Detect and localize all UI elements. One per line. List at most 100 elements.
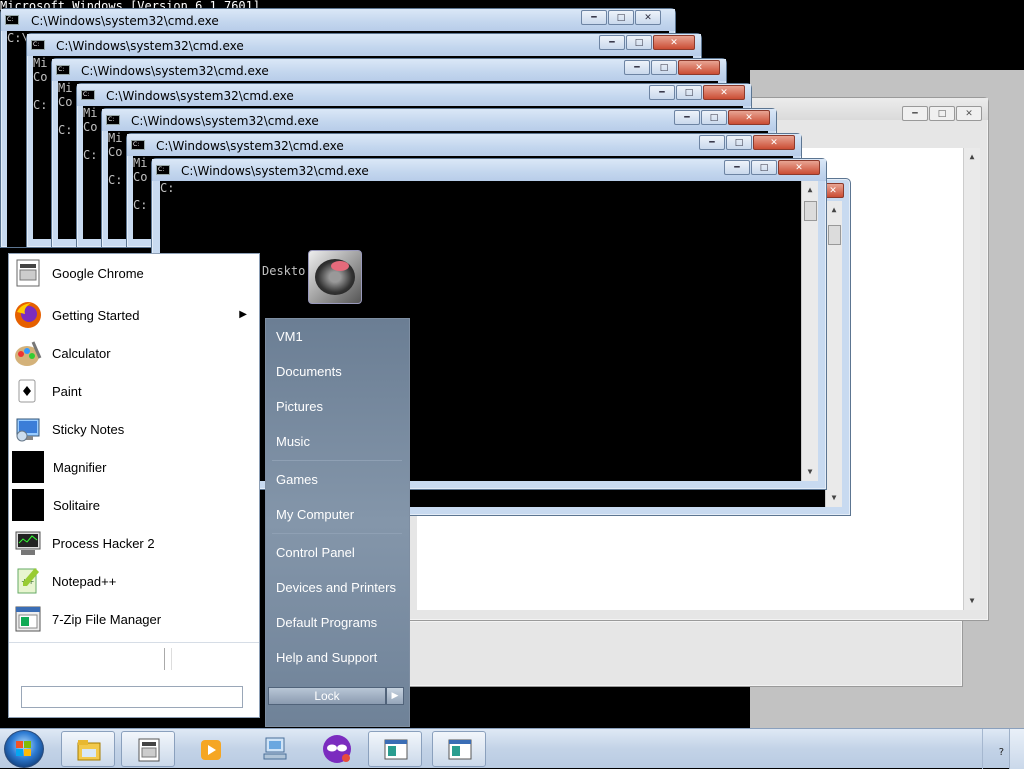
taskbar-chrome-button[interactable] — [121, 731, 175, 767]
close-button[interactable]: ✕ — [753, 135, 795, 150]
start-link-user[interactable]: VM1 — [266, 319, 409, 354]
maximize-button[interactable]: □ — [608, 10, 634, 25]
maximize-button[interactable]: □ — [676, 85, 702, 100]
maximize-button[interactable]: □ — [751, 160, 777, 175]
start-link-control-panel[interactable]: Control Panel — [266, 535, 409, 570]
start-menu-programs: Google Chrome Getting Started ▶ Calculat… — [8, 253, 260, 718]
close-button[interactable]: ✕ — [635, 10, 661, 25]
firefox-icon — [13, 300, 43, 330]
calculator-icon — [13, 338, 43, 368]
show-desktop-button[interactable] — [1009, 729, 1024, 769]
window-title: C:\Windows\system32\cmd.exe — [56, 39, 244, 53]
close-button[interactable]: ✕ — [956, 106, 982, 121]
windows-logo-icon — [16, 741, 32, 757]
start-link-pictures[interactable]: Pictures — [266, 389, 409, 424]
start-item-process-hacker[interactable]: Process Hacker 2 — [9, 526, 259, 560]
cmd-icon: C: — [131, 140, 145, 150]
maximize-button[interactable]: □ — [929, 106, 955, 121]
background-window-lower[interactable] — [408, 620, 963, 687]
start-link-music[interactable]: Music — [266, 424, 409, 459]
minimize-button[interactable]: ━ — [581, 10, 607, 25]
maximize-button[interactable]: □ — [701, 110, 727, 125]
cmd-window-icon — [447, 737, 473, 763]
places-separator — [272, 460, 402, 461]
minimize-button[interactable]: ━ — [724, 160, 750, 175]
vertical-scrollbar[interactable]: ▲ ▼ — [801, 181, 818, 481]
window-title: C:\Windows\system32\cmd.exe — [81, 64, 269, 78]
start-menu-separator — [9, 642, 259, 643]
lock-button[interactable]: Lock — [268, 687, 386, 705]
start-item-calculator[interactable]: Calculator — [9, 336, 259, 370]
start-item-google-chrome[interactable]: Google Chrome — [9, 256, 259, 290]
shutdown-options-arrow-icon[interactable]: ▶ — [386, 687, 404, 705]
process-hacker-icon — [13, 528, 43, 558]
cmd-icon: C: — [156, 165, 170, 175]
start-item-solitaire[interactable]: Solitaire — [9, 488, 259, 522]
start-link-default-programs[interactable]: Default Programs — [266, 605, 409, 640]
start-item-label: Paint — [52, 383, 82, 399]
taskbar-cmd-button-1[interactable] — [368, 731, 422, 767]
maximize-button[interactable]: □ — [626, 35, 652, 50]
cmd-icon: C: — [5, 15, 19, 25]
close-button[interactable]: ✕ — [678, 60, 720, 75]
network-icon[interactable] — [260, 735, 290, 763]
close-button[interactable]: ✕ — [728, 110, 770, 125]
window-title: C:\Windows\system32\cmd.exe — [181, 164, 369, 178]
close-button[interactable]: ✕ — [653, 35, 695, 50]
start-item-label: Magnifier — [53, 459, 107, 475]
all-programs-divider — [164, 648, 172, 670]
start-item-sticky-notes[interactable]: Sticky Notes — [9, 412, 259, 446]
taskbar-explorer-button[interactable] — [61, 731, 115, 767]
start-link-documents[interactable]: Documents — [266, 354, 409, 389]
minimize-button[interactable]: ━ — [649, 85, 675, 100]
magnifier-icon — [12, 451, 44, 483]
submenu-arrow-icon: ▶ — [239, 309, 247, 320]
window-title: C:\Windows\system32\cmd.exe — [131, 114, 319, 128]
turntable-arm — [331, 261, 349, 271]
all-programs-button[interactable] — [9, 644, 259, 674]
start-item-magnifier[interactable]: Magnifier — [9, 450, 259, 484]
explorer-icon — [76, 737, 102, 763]
start-item-7zip[interactable]: 7-Zip File Manager — [9, 602, 259, 636]
vertical-scrollbar[interactable]: ▲ ▼ — [825, 201, 842, 507]
start-search-input[interactable] — [21, 686, 243, 708]
start-item-label: Calculator — [52, 345, 111, 361]
notepadpp-icon: ++ — [13, 566, 43, 596]
media-player-icon[interactable] — [198, 737, 224, 763]
chrome-generic-icon — [136, 737, 162, 763]
taskbar: ? — [0, 728, 1024, 769]
minimize-button[interactable]: ━ — [699, 135, 725, 150]
user-avatar[interactable] — [308, 250, 362, 304]
start-link-devices[interactable]: Devices and Printers — [266, 570, 409, 605]
cmd-icon: C: — [106, 115, 120, 125]
minimize-button[interactable]: ━ — [902, 106, 928, 121]
start-item-label: Sticky Notes — [52, 421, 125, 437]
tor-mask-icon[interactable] — [321, 734, 353, 764]
taskbar-cmd-button-2[interactable] — [432, 731, 486, 767]
maximize-button[interactable]: □ — [651, 60, 677, 75]
minimize-button[interactable]: ━ — [599, 35, 625, 50]
maximize-button[interactable]: □ — [726, 135, 752, 150]
start-button[interactable] — [4, 730, 44, 768]
start-item-notepadpp[interactable]: ++ Notepad++ — [9, 564, 259, 598]
close-button[interactable]: ✕ — [703, 85, 745, 100]
start-item-label: Notepad++ — [52, 573, 117, 589]
chrome-icon — [13, 258, 43, 288]
window-title: C:\Windows\system32\cmd.exe — [106, 89, 294, 103]
7zip-icon — [13, 604, 43, 634]
start-item-label: Getting Started — [52, 307, 140, 323]
start-item-getting-started[interactable]: Getting Started ▶ — [9, 298, 259, 332]
start-link-games[interactable]: Games — [266, 462, 409, 497]
close-button[interactable]: ✕ — [778, 160, 820, 175]
start-link-computer[interactable]: My Computer — [266, 497, 409, 532]
cmd-icon: C: — [31, 40, 45, 50]
window-title: C:\Windows\system32\cmd.exe — [31, 14, 219, 28]
sticky-notes-icon — [13, 414, 43, 444]
minimize-button[interactable]: ━ — [624, 60, 650, 75]
start-item-paint[interactable]: Paint — [9, 374, 259, 408]
minimize-button[interactable]: ━ — [674, 110, 700, 125]
vertical-scrollbar[interactable]: ▲ ▼ — [963, 148, 980, 610]
places-separator — [272, 533, 402, 534]
start-link-help[interactable]: Help and Support — [266, 640, 409, 675]
start-item-label: Process Hacker 2 — [52, 535, 155, 551]
